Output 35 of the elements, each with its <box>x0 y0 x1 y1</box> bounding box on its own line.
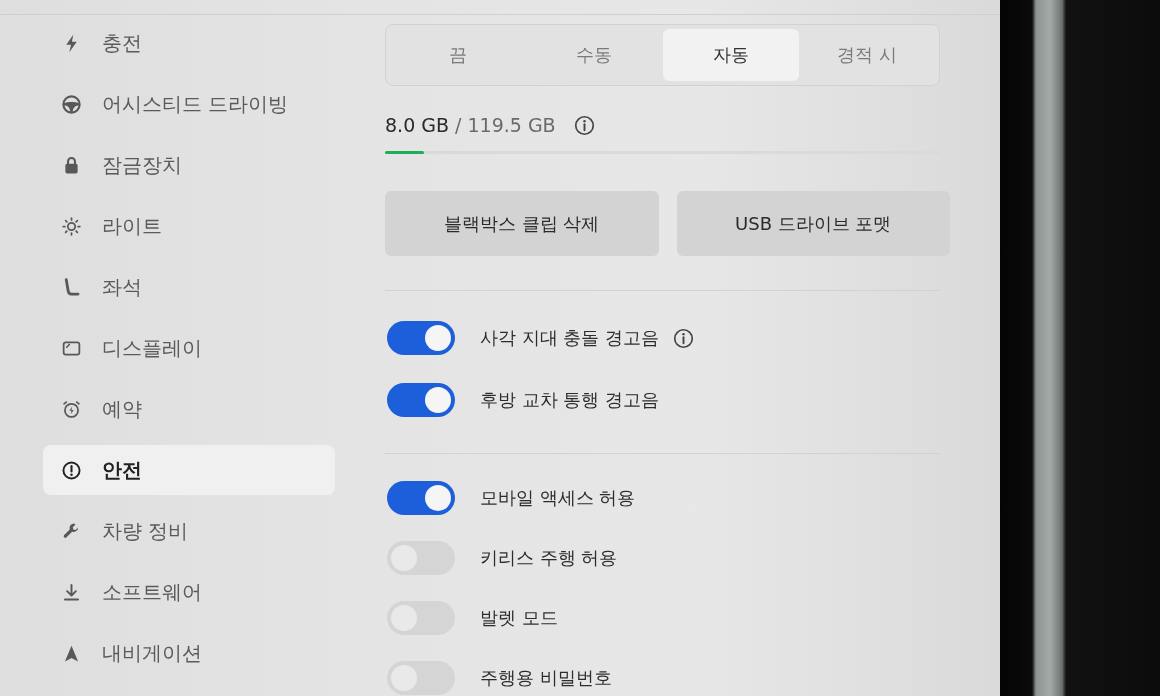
setting-label: 후방 교차 통행 경고음 <box>480 389 660 411</box>
action-button[interactable]: 블랙박스 클립 삭제 <box>385 191 659 256</box>
sidebar-item[interactable]: 라이트 <box>43 201 335 251</box>
sidebar-item[interactable]: 잠금장치 <box>43 140 335 190</box>
info-icon[interactable] <box>673 327 695 349</box>
sidebar-item[interactable]: 차량 정비 <box>43 506 335 556</box>
segment-tab[interactable]: 끔 <box>390 29 527 81</box>
toggle-switch[interactable] <box>387 321 455 355</box>
alert-circle-icon <box>61 459 82 481</box>
action-button[interactable]: USB 드라이브 포맷 <box>676 191 950 256</box>
sun-icon <box>61 215 82 237</box>
setting-label: 발렛 모드 <box>480 607 558 629</box>
sidebar-item[interactable]: 소프트웨어 <box>43 567 335 617</box>
segment-tab[interactable]: 자동 <box>662 29 799 81</box>
alarm-clock-icon <box>61 398 82 420</box>
sidebar-item[interactable]: 내비게이션 <box>43 628 335 678</box>
info-icon[interactable] <box>573 114 595 136</box>
steering-wheel-icon <box>61 93 82 115</box>
setting-label: 주행용 비밀번호 <box>480 667 612 689</box>
sidebar-item[interactable]: 어시스티드 드라이빙 <box>43 79 335 129</box>
segment-tab[interactable]: 경적 시 <box>798 29 935 81</box>
sidebar-item[interactable]: 충전 <box>43 18 335 68</box>
sidebar-item[interactable]: 좌석 <box>43 262 335 312</box>
setting-label: 키리스 주행 허용 <box>480 547 618 569</box>
sidebar-item[interactable]: 디스플레이 <box>43 323 335 373</box>
storage-total: / 119.5 GB <box>455 114 556 136</box>
toggle-switch[interactable] <box>387 481 455 515</box>
sidebar-item[interactable]: 안전 <box>43 445 335 495</box>
sidebar-item[interactable]: 예약 <box>43 384 335 434</box>
setting-label: 사각 지대 충돌 경고음 <box>480 327 660 349</box>
storage-used: 8.0 GB <box>385 114 449 136</box>
segment-tab[interactable]: 수동 <box>526 29 663 81</box>
setting-label: 모바일 액세스 허용 <box>480 487 636 509</box>
download-icon <box>61 581 82 603</box>
toggle-switch[interactable] <box>387 383 455 417</box>
